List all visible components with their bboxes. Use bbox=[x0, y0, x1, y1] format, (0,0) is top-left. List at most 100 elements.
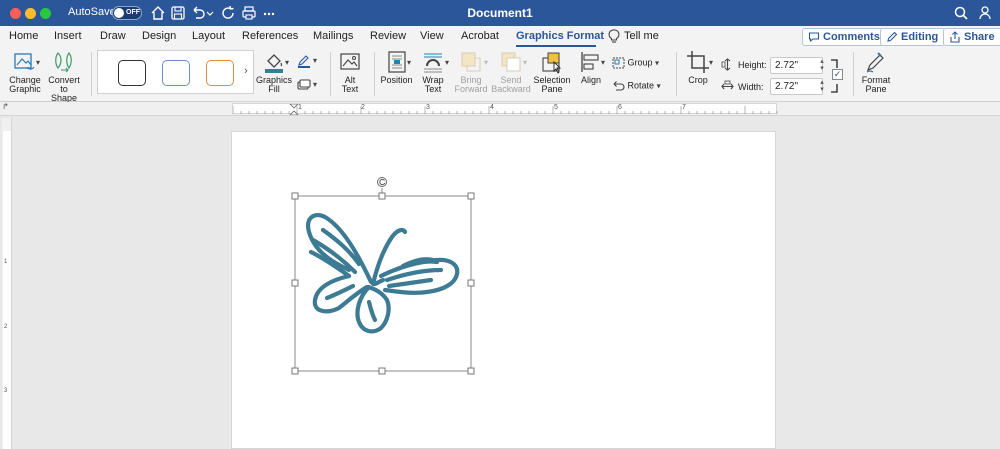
crop-dropdown-icon[interactable]: ▾ bbox=[709, 58, 713, 67]
style-orange-outline[interactable] bbox=[206, 60, 234, 86]
vertical-ruler-ticks: 1 2 3 bbox=[3, 131, 11, 449]
ruler-number: 7 bbox=[682, 104, 686, 111]
print-icon[interactable] bbox=[241, 5, 257, 21]
lock-aspect-ratio-checkbox[interactable]: ✓ bbox=[832, 69, 843, 80]
align-button[interactable]: Align bbox=[576, 50, 606, 85]
tab-acrobat[interactable]: Acrobat bbox=[461, 30, 499, 42]
group-button[interactable]: Group ▾ bbox=[612, 57, 659, 69]
ruler-number: 5 bbox=[554, 104, 558, 111]
width-spinner[interactable]: ▴ ▾ bbox=[818, 79, 826, 93]
undo-dropdown-icon[interactable] bbox=[206, 5, 214, 21]
gallery-more-icon[interactable]: › bbox=[244, 65, 248, 77]
crop-button[interactable]: Crop bbox=[683, 50, 713, 85]
minimize-window-button[interactable] bbox=[25, 8, 36, 19]
redo-icon[interactable] bbox=[220, 5, 236, 21]
graphics-effects-dropdown-icon[interactable]: ▾ bbox=[313, 80, 317, 89]
ruler-number: 6 bbox=[618, 104, 622, 111]
active-tab-indicator bbox=[516, 45, 596, 47]
save-icon[interactable] bbox=[170, 5, 186, 21]
selection-pane-button[interactable]: Selection Pane bbox=[532, 50, 572, 94]
align-icon bbox=[581, 52, 599, 72]
rotate-icon bbox=[613, 81, 625, 91]
account-icon[interactable] bbox=[978, 5, 994, 21]
horizontal-ruler-area: ↱ 1 2 3 4 5 6 7 bbox=[0, 102, 1000, 116]
tab-references[interactable]: References bbox=[242, 30, 298, 42]
crop-icon bbox=[687, 51, 709, 73]
horizontal-ruler[interactable]: 1 2 3 4 5 6 7 bbox=[232, 103, 778, 115]
tab-insert[interactable]: Insert bbox=[54, 30, 82, 42]
height-spinner[interactable]: ▴ ▾ bbox=[818, 58, 826, 72]
align-dropdown-icon[interactable]: ▾ bbox=[601, 58, 605, 67]
height-field[interactable]: 2.72" bbox=[770, 57, 823, 74]
format-pane-button[interactable]: Format Pane bbox=[859, 50, 893, 94]
tab-draw[interactable]: Draw bbox=[100, 30, 126, 42]
tab-home[interactable]: Home bbox=[9, 30, 38, 42]
ruler-number: 2 bbox=[361, 104, 365, 111]
autosave-toggle[interactable]: OFF bbox=[112, 6, 142, 20]
undo-icon[interactable] bbox=[190, 5, 206, 21]
ruler-ticks bbox=[233, 106, 778, 114]
position-icon bbox=[387, 51, 406, 73]
rotate-button[interactable]: Rotate ▾ bbox=[612, 80, 661, 92]
graphics-fill-dropdown-icon[interactable]: ▾ bbox=[285, 58, 289, 67]
paint-bucket-icon bbox=[265, 54, 283, 73]
butterfly-outline bbox=[306, 213, 460, 334]
graphics-styles-gallery[interactable]: › bbox=[97, 50, 254, 94]
butterfly-graphic[interactable] bbox=[287, 172, 477, 377]
width-icon bbox=[721, 80, 734, 90]
share-button[interactable]: Share bbox=[943, 28, 1000, 46]
tab-graphics-format[interactable]: Graphics Format bbox=[516, 30, 604, 42]
autosave-label: AutoSave bbox=[68, 6, 116, 18]
rotation-handle[interactable] bbox=[377, 177, 387, 187]
share-icon bbox=[950, 31, 960, 43]
ruler-number: 3 bbox=[426, 104, 430, 111]
search-icon[interactable] bbox=[953, 5, 969, 21]
width-field[interactable]: 2.72" bbox=[770, 78, 823, 95]
indent-marker-icon[interactable] bbox=[289, 104, 299, 115]
convert-to-shape-button[interactable]: Convert to Shape bbox=[46, 50, 82, 103]
send-backward-button[interactable]: Send Backward bbox=[491, 50, 531, 94]
pencil-icon bbox=[887, 31, 898, 42]
more-options-icon[interactable] bbox=[261, 5, 277, 21]
resize-handles[interactable] bbox=[291, 192, 475, 375]
graphics-fill-button[interactable]: Graphics Fill bbox=[255, 50, 293, 94]
graphics-outline-icon[interactable] bbox=[297, 54, 311, 68]
comment-icon bbox=[808, 32, 820, 43]
format-pane-icon bbox=[866, 52, 884, 73]
alt-text-icon bbox=[340, 53, 360, 70]
tab-view[interactable]: View bbox=[420, 30, 444, 42]
close-window-button[interactable] bbox=[10, 8, 21, 19]
tab-design[interactable]: Design bbox=[142, 30, 176, 42]
tab-selector-icon[interactable]: ↱ bbox=[2, 102, 9, 111]
ribbon-tabs: Home Insert Draw Design Layout Reference… bbox=[0, 26, 1000, 48]
vertical-ruler[interactable]: 1 2 3 bbox=[2, 118, 12, 449]
editing-mode-button[interactable]: Editing bbox=[880, 28, 946, 46]
height-label: Height: bbox=[738, 60, 767, 70]
ribbon-graphics-format: Change Graphic ▾ Convert to Shape › Grap… bbox=[0, 48, 1000, 103]
bring-forward-button[interactable]: Bring Forward bbox=[453, 50, 489, 94]
graphics-effects-icon[interactable] bbox=[297, 79, 311, 91]
position-button[interactable]: Position bbox=[379, 50, 414, 85]
style-black-outline[interactable] bbox=[118, 60, 146, 86]
ruler-number: 4 bbox=[490, 104, 494, 111]
alt-text-button[interactable]: Alt Text bbox=[336, 50, 364, 94]
wrap-text-button[interactable]: Wrap Text bbox=[417, 50, 449, 94]
send-backward-dropdown-icon[interactable]: ▾ bbox=[523, 58, 527, 67]
comments-button[interactable]: Comments bbox=[802, 28, 887, 46]
tab-review[interactable]: Review bbox=[370, 30, 406, 42]
change-graphic-dropdown-icon[interactable]: ▾ bbox=[36, 58, 40, 67]
bring-forward-dropdown-icon[interactable]: ▾ bbox=[484, 58, 488, 67]
title-bar: AutoSave OFF Document1 bbox=[0, 0, 1000, 26]
style-blue-outline[interactable] bbox=[162, 60, 190, 86]
tab-layout[interactable]: Layout bbox=[192, 30, 225, 42]
position-dropdown-icon[interactable]: ▾ bbox=[407, 58, 411, 67]
tell-me-search[interactable]: Tell me bbox=[624, 30, 659, 42]
graphics-outline-dropdown-icon[interactable]: ▾ bbox=[313, 56, 317, 65]
document-page[interactable] bbox=[231, 131, 776, 449]
tab-mailings[interactable]: Mailings bbox=[313, 30, 353, 42]
home-icon[interactable] bbox=[150, 5, 166, 21]
zoom-window-button[interactable] bbox=[40, 8, 51, 19]
change-graphic-button[interactable]: Change Graphic bbox=[5, 50, 45, 94]
wrap-text-dropdown-icon[interactable]: ▾ bbox=[445, 58, 449, 67]
lightbulb-icon bbox=[608, 29, 620, 43]
